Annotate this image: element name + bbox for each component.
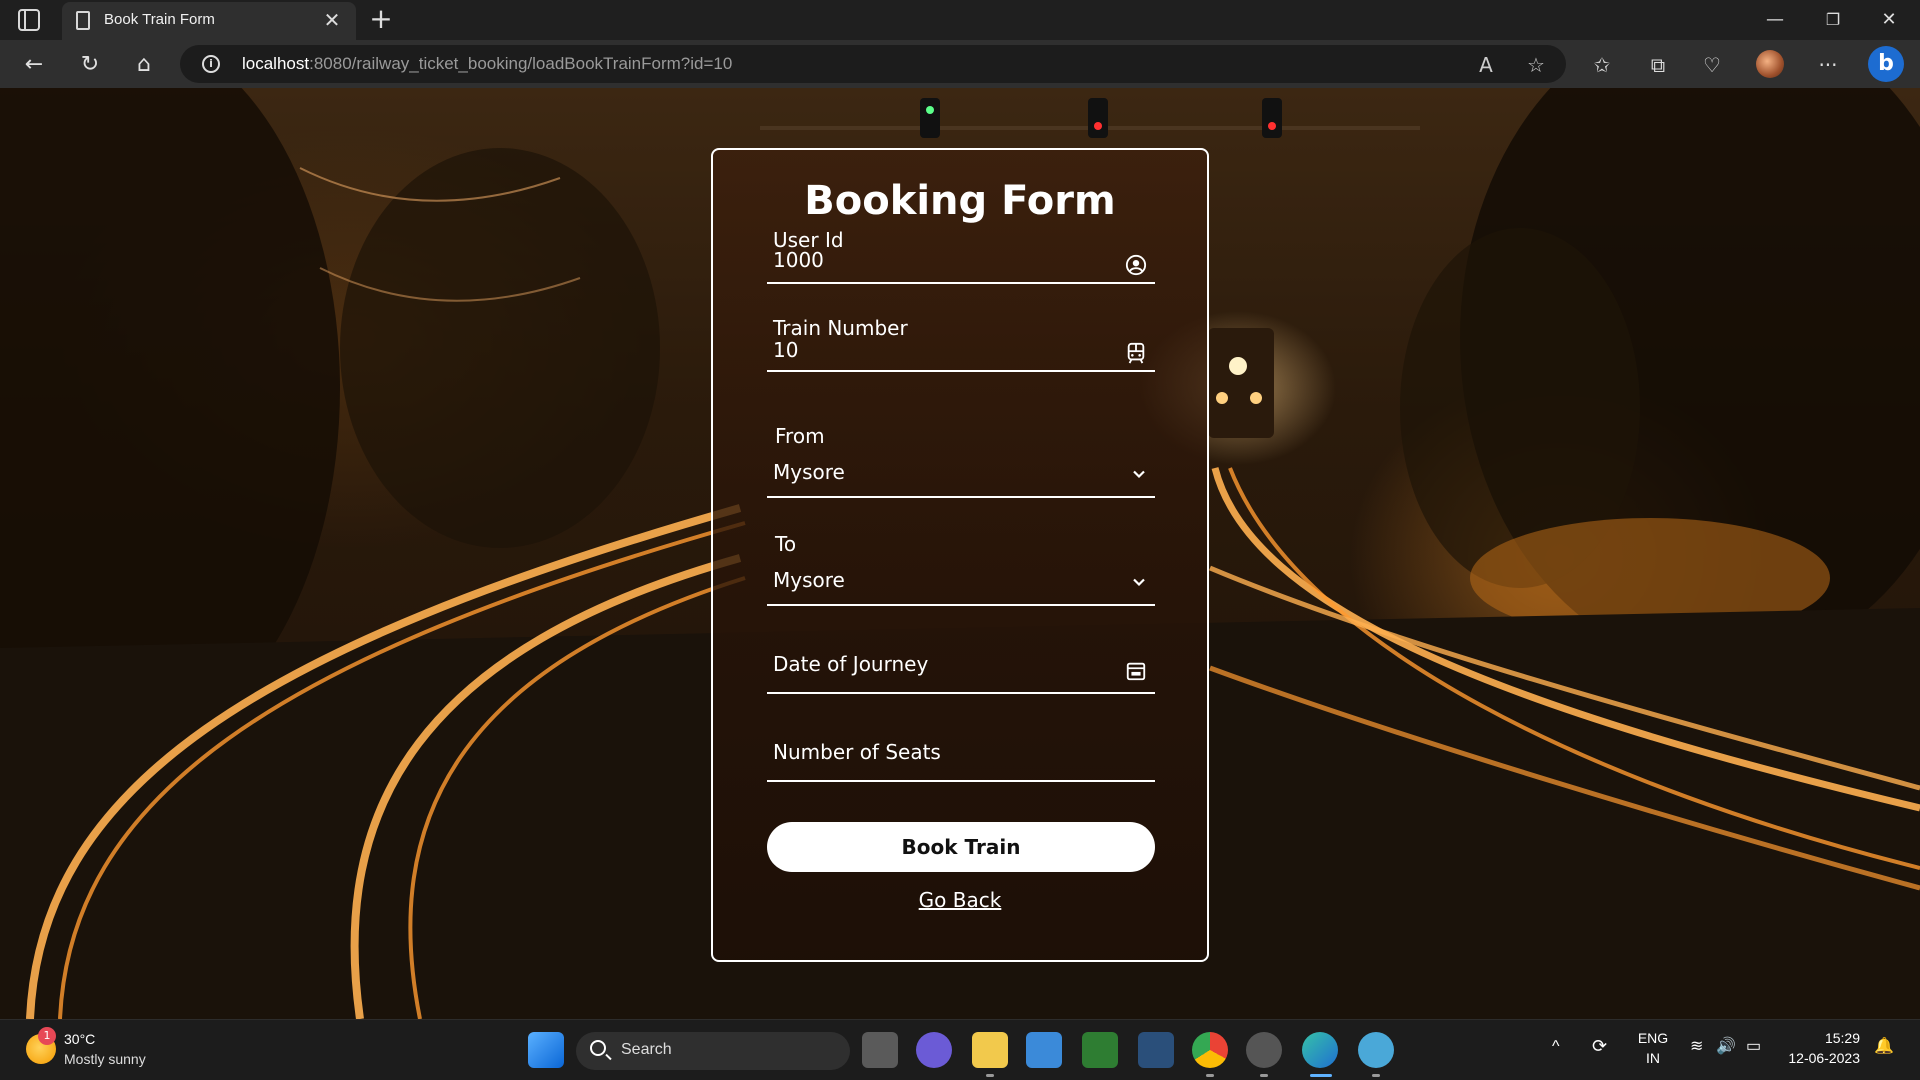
teams-chat-icon[interactable]	[916, 1032, 952, 1068]
microsoft-store-icon[interactable]	[1026, 1032, 1062, 1068]
back-arrow-icon[interactable]: ←	[18, 49, 50, 81]
new-tab-button[interactable]: +	[366, 4, 396, 34]
running-indicator	[1206, 1074, 1214, 1077]
user-circle-icon	[1125, 254, 1147, 276]
date-of-journey-label: Date of Journey	[773, 652, 929, 676]
profile-avatar[interactable]	[1756, 50, 1784, 78]
weather-description[interactable]: Mostly sunny	[64, 1051, 146, 1067]
app-icon-globe[interactable]	[1358, 1032, 1394, 1068]
weather-temperature[interactable]: 30°C	[64, 1031, 95, 1047]
to-select[interactable]: Mysore	[767, 558, 1155, 606]
weather-notification-badge: 1	[38, 1027, 56, 1045]
region-indicator[interactable]: IN	[1636, 1050, 1670, 1066]
active-app-indicator	[1310, 1074, 1332, 1077]
train-icon	[1127, 342, 1145, 364]
number-of-seats-label: Number of Seats	[773, 740, 941, 764]
form-title: Booking Form	[804, 178, 1116, 224]
url-host: localhost	[242, 54, 310, 73]
home-icon[interactable]: ⌂	[128, 49, 160, 81]
file-explorer-icon[interactable]	[972, 1032, 1008, 1068]
settings-gear-icon[interactable]	[1246, 1032, 1282, 1068]
number-of-seats-field[interactable]: Number of Seats	[767, 732, 1155, 782]
taskbar-search-placeholder: Search	[621, 1041, 672, 1058]
volume-icon[interactable]: 🔊	[1716, 1036, 1736, 1056]
task-view-icon[interactable]	[862, 1032, 898, 1068]
user-id-value[interactable]: 1000	[773, 248, 824, 272]
notification-bell-icon[interactable]: 🔔	[1874, 1036, 1894, 1056]
tab-actions-icon[interactable]	[18, 9, 40, 31]
sync-icon[interactable]: ⟳	[1592, 1036, 1607, 1057]
to-label: To	[775, 532, 797, 556]
start-windows-icon[interactable]	[528, 1032, 564, 1068]
browser-tab-active[interactable]: Book Train Form ✕	[62, 2, 356, 40]
running-indicator	[986, 1074, 994, 1077]
more-options-icon[interactable]: ···	[1812, 49, 1844, 81]
read-aloud-icon[interactable]: A	[1472, 51, 1500, 79]
chevron-down-icon	[1133, 470, 1145, 479]
calendar-icon[interactable]	[1125, 660, 1147, 682]
train-number-label: Train Number	[773, 316, 908, 340]
to-selected-value: Mysore	[773, 568, 845, 592]
from-selected-value: Mysore	[773, 460, 845, 484]
url-path: :8080/railway_ticket_booking/loadBookTra…	[309, 54, 733, 73]
app-icon-blue[interactable]	[1138, 1032, 1174, 1068]
user-id-field[interactable]: User Id 1000	[767, 228, 1155, 284]
site-info-icon[interactable]: i	[202, 55, 220, 73]
running-indicator	[1372, 1074, 1380, 1077]
url-text[interactable]: localhost:8080/railway_ticket_booking/lo…	[242, 54, 732, 74]
running-indicator	[1260, 1074, 1268, 1077]
browser-essentials-icon[interactable]: ♡	[1696, 49, 1728, 81]
tab-close-icon[interactable]: ✕	[318, 6, 346, 34]
collections-icon[interactable]: ⧉	[1642, 49, 1674, 81]
clock-time[interactable]: 15:29	[1780, 1030, 1860, 1046]
booking-form-card: Booking Form User Id 1000 Train Number 1…	[711, 148, 1209, 962]
page-icon	[76, 11, 90, 30]
bing-copilot-icon[interactable]: b	[1868, 46, 1904, 82]
clock-date[interactable]: 12-06-2023	[1780, 1050, 1860, 1066]
refresh-icon[interactable]: ↻	[74, 49, 106, 81]
battery-icon[interactable]: ▭	[1746, 1036, 1761, 1056]
page-viewport: Booking Form User Id 1000 Train Number 1…	[0, 88, 1920, 1019]
minimize-button[interactable]: —	[1752, 4, 1798, 36]
windows-taskbar: 1 30°C Mostly sunny Search ^ ⟳ ENG IN ≋ …	[0, 1019, 1920, 1080]
from-label: From	[775, 424, 825, 448]
chrome-icon[interactable]	[1192, 1032, 1228, 1068]
favorites-icon[interactable]: ✩	[1586, 49, 1618, 81]
restore-button[interactable]: ❐	[1810, 4, 1856, 36]
taskbar-search-box[interactable]: Search	[576, 1032, 850, 1070]
tray-overflow-chevron-icon[interactable]: ^	[1552, 1038, 1560, 1056]
browser-toolbar: ← ↻ ⌂ i localhost:8080/railway_ticket_bo…	[0, 40, 1920, 88]
chevron-down-icon	[1133, 578, 1145, 587]
browser-tab-bar: Book Train Form ✕ + — ❐ ✕	[0, 0, 1920, 40]
tab-title: Book Train Form	[104, 11, 215, 28]
go-back-link[interactable]: Go Back	[713, 888, 1207, 912]
close-window-button[interactable]: ✕	[1866, 4, 1912, 36]
date-of-journey-field[interactable]: Date of Journey	[767, 644, 1155, 694]
train-number-field[interactable]: Train Number 10	[767, 314, 1155, 372]
train-number-value[interactable]: 10	[773, 338, 798, 362]
language-indicator[interactable]: ENG	[1636, 1030, 1670, 1046]
address-bar[interactable]: i localhost:8080/railway_ticket_booking/…	[180, 45, 1566, 83]
book-train-button[interactable]: Book Train	[767, 822, 1155, 872]
from-select[interactable]: Mysore	[767, 450, 1155, 498]
app-icon-green[interactable]	[1082, 1032, 1118, 1068]
search-icon	[590, 1040, 606, 1056]
wifi-icon[interactable]: ≋	[1690, 1036, 1703, 1056]
edge-browser-icon[interactable]	[1302, 1032, 1338, 1068]
favorite-star-icon[interactable]: ☆	[1522, 51, 1550, 79]
